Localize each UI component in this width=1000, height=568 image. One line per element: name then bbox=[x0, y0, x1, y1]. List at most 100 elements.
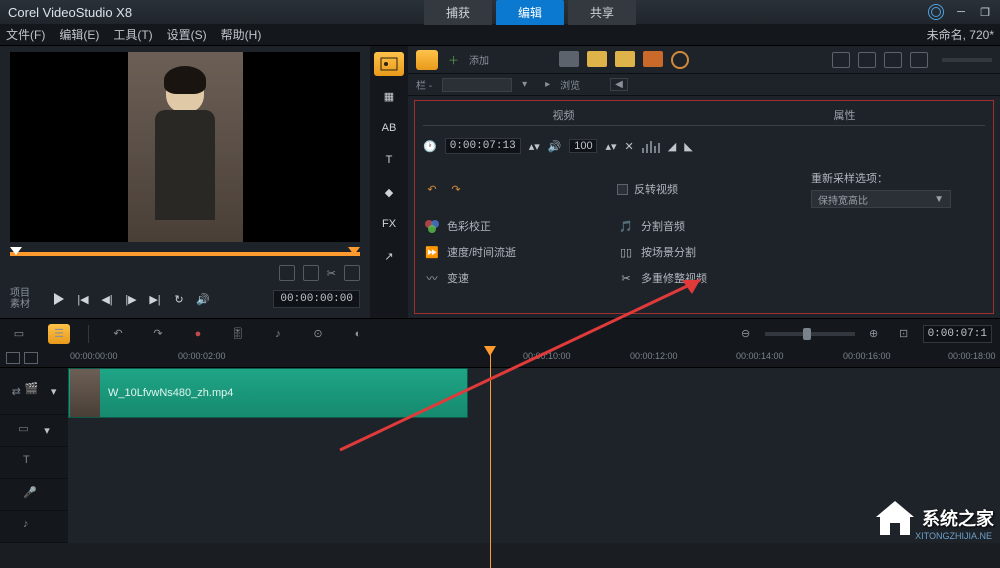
volume-icon[interactable]: 🔊 bbox=[194, 290, 212, 308]
voice-track-icon[interactable]: 🎤 bbox=[23, 486, 45, 504]
mute-icon[interactable]: ✕ bbox=[625, 140, 634, 153]
undo-icon[interactable]: ↶ bbox=[107, 324, 129, 344]
instant-project-icon[interactable]: ▦ bbox=[374, 84, 404, 108]
variable-speed-label[interactable]: 变速 bbox=[447, 270, 469, 286]
timeline-timecode[interactable]: 0:00:07:1 bbox=[923, 325, 992, 343]
multi-trim-label[interactable]: 多重修整视频 bbox=[641, 270, 707, 286]
track-menu-icon[interactable]: ▾ bbox=[44, 424, 50, 437]
scene-split-icon[interactable]: ▯▯ bbox=[617, 244, 635, 260]
menu-edit[interactable]: 编辑(E) bbox=[59, 26, 99, 43]
path-icon[interactable]: ↗ bbox=[374, 244, 404, 268]
storyboard-view-icon[interactable]: ▭ bbox=[8, 324, 30, 344]
graphic-icon[interactable]: ◆ bbox=[374, 180, 404, 204]
volume-value[interactable]: 100 bbox=[569, 139, 597, 153]
scene-split-label[interactable]: 按场景分割 bbox=[641, 244, 696, 260]
ruler-toggle2-icon[interactable] bbox=[24, 352, 38, 364]
scrub-bar[interactable] bbox=[10, 246, 360, 262]
media-tab-icon[interactable] bbox=[374, 52, 404, 76]
thumb-size-slider[interactable] bbox=[942, 58, 992, 62]
list-view-icon[interactable] bbox=[858, 52, 876, 68]
preview-video[interactable] bbox=[10, 52, 360, 242]
music-track-icon[interactable]: ♪ bbox=[23, 518, 45, 536]
fade-in-icon[interactable]: ◢ bbox=[668, 140, 676, 153]
mode-clip-label[interactable]: 素材 bbox=[10, 299, 44, 310]
go-start-icon[interactable]: |◀ bbox=[74, 290, 92, 308]
motion-track-icon[interactable]: ⊙ bbox=[307, 324, 329, 344]
clock-icon[interactable] bbox=[671, 51, 689, 69]
zoom-slider[interactable] bbox=[765, 332, 855, 336]
scissors-icon[interactable]: ✂ bbox=[327, 267, 336, 280]
color-correct-icon[interactable] bbox=[423, 218, 441, 234]
color-correct-label[interactable]: 色彩校正 bbox=[447, 218, 491, 234]
thumb-view-icon[interactable] bbox=[832, 52, 850, 68]
opt-tab-video[interactable]: 视频 bbox=[423, 105, 704, 126]
menu-settings[interactable]: 设置(S) bbox=[167, 26, 207, 43]
group-dropdown[interactable] bbox=[442, 78, 512, 92]
mixer-icon[interactable]: 🎚 bbox=[227, 324, 249, 344]
prev-frame-icon[interactable]: ◀| bbox=[98, 290, 116, 308]
globe-icon[interactable] bbox=[928, 4, 944, 20]
loop-icon[interactable]: ↻ bbox=[170, 290, 188, 308]
video-filter-icon[interactable] bbox=[587, 51, 607, 67]
folder-icon[interactable] bbox=[559, 51, 579, 67]
fit-icon[interactable]: ⊡ bbox=[893, 324, 915, 344]
volume-icon[interactable]: 🔊 bbox=[548, 140, 562, 153]
multi-trim-icon[interactable]: ✂ bbox=[617, 270, 635, 286]
timeline-ruler[interactable]: 00:00:00:00 00:00:02:00 00:00:10:00 00:0… bbox=[0, 348, 1000, 368]
audio-filter-icon[interactable] bbox=[643, 51, 663, 67]
subtitle-icon[interactable]: ◐ bbox=[347, 324, 369, 344]
split-audio-label[interactable]: 分割音频 bbox=[641, 218, 685, 234]
preview-timecode[interactable]: 00:00:00:00 bbox=[273, 290, 360, 308]
detail-view-icon[interactable] bbox=[884, 52, 902, 68]
timeline-view-icon[interactable]: ☰ bbox=[48, 324, 70, 344]
menu-file[interactable]: 文件(F) bbox=[6, 26, 45, 43]
play-icon[interactable] bbox=[50, 290, 68, 308]
tab-edit[interactable]: 编辑 bbox=[496, 0, 564, 25]
minimize-icon[interactable]: ─ bbox=[954, 5, 968, 19]
reverse-checkbox[interactable] bbox=[617, 184, 628, 195]
mark-in-icon[interactable] bbox=[279, 265, 295, 281]
speed-icon[interactable]: ⏩ bbox=[423, 244, 441, 260]
sort-icon[interactable] bbox=[910, 52, 928, 68]
title-icon[interactable]: T bbox=[374, 148, 404, 172]
video-clip[interactable]: W_10LfvwNs480_zh.mp4 bbox=[68, 368, 468, 418]
add-plus-icon[interactable]: ＋ bbox=[448, 52, 459, 68]
auto-music-icon[interactable]: ♪ bbox=[267, 324, 289, 344]
next-frame-icon[interactable]: |▶ bbox=[122, 290, 140, 308]
resample-dropdown[interactable]: 保持宽高比▼ bbox=[811, 190, 951, 208]
duration-spinner-icon[interactable]: ▴▾ bbox=[529, 140, 540, 153]
redo-icon[interactable]: ↷ bbox=[147, 324, 169, 344]
variable-speed-icon[interactable]: 〰 bbox=[423, 270, 441, 286]
expand-icon[interactable] bbox=[344, 265, 360, 281]
track-menu-icon[interactable]: ▾ bbox=[51, 385, 57, 398]
opt-tab-attr[interactable]: 属性 bbox=[704, 105, 985, 126]
collapse-icon[interactable]: ◀ bbox=[610, 78, 628, 91]
rotate-ccw-icon[interactable]: ↶ bbox=[423, 181, 441, 197]
restore-icon[interactable]: ❐ bbox=[978, 5, 992, 19]
split-audio-icon[interactable]: 🎵 bbox=[617, 218, 635, 234]
video-track-icon[interactable]: 🎬 bbox=[25, 382, 47, 400]
clip-duration[interactable]: 0:00:07:13 bbox=[445, 138, 521, 154]
photo-filter-icon[interactable] bbox=[615, 51, 635, 67]
tab-share[interactable]: 共享 bbox=[568, 0, 636, 25]
speed-label[interactable]: 速度/时间流逝 bbox=[447, 244, 516, 260]
eq-icon[interactable] bbox=[642, 139, 660, 153]
mode-project-label[interactable]: 项目 bbox=[10, 288, 44, 299]
add-media-icon[interactable] bbox=[416, 50, 438, 70]
ripple-icon[interactable]: ⇄ bbox=[12, 385, 21, 398]
menu-tools[interactable]: 工具(T) bbox=[113, 26, 152, 43]
timeline-tracks[interactable]: W_10LfvwNs480_zh.mp4 bbox=[68, 368, 1000, 543]
fade-out-icon[interactable]: ◣ bbox=[684, 140, 692, 153]
rotate-cw-icon[interactable]: ↷ bbox=[447, 181, 465, 197]
overlay-track-icon[interactable]: ▭ bbox=[18, 422, 40, 440]
title-track-icon[interactable]: T bbox=[23, 454, 45, 472]
volume-spinner-icon[interactable]: ▴▾ bbox=[605, 140, 616, 153]
tab-capture[interactable]: 捕获 bbox=[424, 0, 492, 25]
record-icon[interactable]: ● bbox=[187, 324, 209, 344]
zoom-in-icon[interactable]: ⊕ bbox=[863, 324, 885, 344]
filter-icon[interactable]: FX bbox=[374, 212, 404, 236]
browse-icon[interactable]: ▸ bbox=[545, 79, 550, 90]
mark-out-icon[interactable] bbox=[303, 265, 319, 281]
ruler-toggle-icon[interactable] bbox=[6, 352, 20, 364]
zoom-out-icon[interactable]: ⊖ bbox=[735, 324, 757, 344]
